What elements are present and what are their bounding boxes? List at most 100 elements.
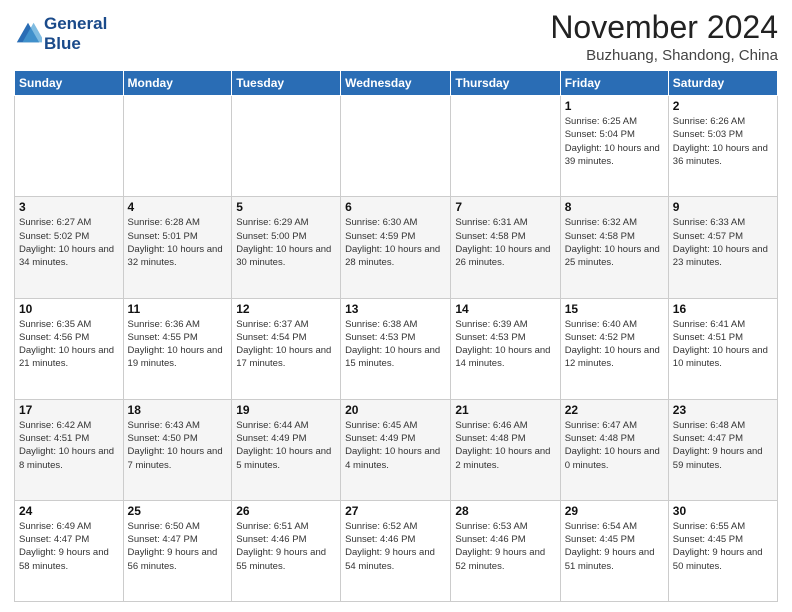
day-info: Sunrise: 6:51 AM Sunset: 4:46 PM Dayligh…: [236, 520, 336, 573]
calendar-cell: 23Sunrise: 6:48 AM Sunset: 4:47 PM Dayli…: [668, 399, 777, 500]
calendar-cell: [451, 96, 560, 197]
day-info: Sunrise: 6:52 AM Sunset: 4:46 PM Dayligh…: [345, 520, 446, 573]
day-number: 3: [19, 200, 119, 214]
day-number: 23: [673, 403, 773, 417]
calendar-week-3: 17 Sunrise: 6:42 AM Sunset: 4:51 PM Dayli…: [15, 399, 778, 500]
day-number: 18: [128, 403, 228, 417]
calendar-cell: 27 Sunrise: 6:52 AM Sunset: 4:46 PM Dayli…: [341, 500, 451, 601]
calendar-cell: 28 Sunrise: 6:53 AM Sunset: 4:46 PM Dayli…: [451, 500, 560, 601]
day-info: Sunrise: 6:47 AM Sunset: 4:48 PM Dayligh…: [565, 419, 664, 472]
day-info: Sunrise: 6:54 AM Sunset: 4:45 PM Dayligh…: [565, 520, 664, 573]
day-info: Sunrise: 6:27 AM Sunset: 5:02 PM Dayligh…: [19, 216, 119, 269]
day-info: Sunrise: 6:37 AM Sunset: 4:54 PM Dayligh…: [236, 318, 336, 371]
calendar-cell: [341, 96, 451, 197]
calendar-cell: 22 Sunrise: 6:47 AM Sunset: 4:48 PM Dayli…: [560, 399, 668, 500]
day-number: 6: [345, 200, 446, 214]
calendar-cell: [232, 96, 341, 197]
day-info: Sunrise: 6:45 AM Sunset: 4:49 PM Dayligh…: [345, 419, 446, 472]
month-title: November 2024: [550, 10, 778, 45]
calendar-cell: 4 Sunrise: 6:28 AM Sunset: 5:01 PM Daylig…: [123, 197, 232, 298]
calendar-week-0: 1 Sunrise: 6:25 AM Sunset: 5:04 PM Daylig…: [15, 96, 778, 197]
calendar-cell: 19Sunrise: 6:44 AM Sunset: 4:49 PM Dayli…: [232, 399, 341, 500]
day-number: 10: [19, 302, 119, 316]
calendar-cell: 21Sunrise: 6:46 AM Sunset: 4:48 PM Dayli…: [451, 399, 560, 500]
calendar-week-1: 3 Sunrise: 6:27 AM Sunset: 5:02 PM Daylig…: [15, 197, 778, 298]
calendar-cell: 1 Sunrise: 6:25 AM Sunset: 5:04 PM Daylig…: [560, 96, 668, 197]
day-info: Sunrise: 6:53 AM Sunset: 4:46 PM Dayligh…: [455, 520, 555, 573]
day-number: 27: [345, 504, 446, 518]
calendar-cell: [123, 96, 232, 197]
day-info: Sunrise: 6:50 AM Sunset: 4:47 PM Dayligh…: [128, 520, 228, 573]
day-number: 11: [128, 302, 228, 316]
day-info: Sunrise: 6:29 AM Sunset: 5:00 PM Dayligh…: [236, 216, 336, 269]
col-wednesday: Wednesday: [341, 71, 451, 96]
calendar: Sunday Monday Tuesday Wednesday Thursday…: [14, 70, 778, 602]
day-number: 16: [673, 302, 773, 316]
calendar-cell: 12 Sunrise: 6:37 AM Sunset: 4:54 PM Dayli…: [232, 298, 341, 399]
calendar-cell: 18 Sunrise: 6:43 AM Sunset: 4:50 PM Dayli…: [123, 399, 232, 500]
day-info: Sunrise: 6:28 AM Sunset: 5:01 PM Dayligh…: [128, 216, 228, 269]
day-info: Sunrise: 6:41 AM Sunset: 4:51 PM Dayligh…: [673, 318, 773, 371]
col-sunday: Sunday: [15, 71, 124, 96]
day-number: 28: [455, 504, 555, 518]
day-number: 8: [565, 200, 664, 214]
logo: General Blue: [14, 14, 107, 53]
calendar-cell: 10 Sunrise: 6:35 AM Sunset: 4:56 PM Dayli…: [15, 298, 124, 399]
logo-icon: [14, 20, 42, 48]
location-title: Buzhuang, Shandong, China: [550, 47, 778, 64]
calendar-cell: 17 Sunrise: 6:42 AM Sunset: 4:51 PM Dayli…: [15, 399, 124, 500]
day-number: 25: [128, 504, 228, 518]
calendar-cell: 2Sunrise: 6:26 AM Sunset: 5:03 PM Daylig…: [668, 96, 777, 197]
day-info: Sunrise: 6:49 AM Sunset: 4:47 PM Dayligh…: [19, 520, 119, 573]
logo-text: General Blue: [44, 14, 107, 53]
day-number: 1: [565, 99, 664, 113]
day-number: 5: [236, 200, 336, 214]
day-number: 24: [19, 504, 119, 518]
day-number: 17: [19, 403, 119, 417]
day-info: Sunrise: 6:40 AM Sunset: 4:52 PM Dayligh…: [565, 318, 664, 371]
calendar-cell: 11 Sunrise: 6:36 AM Sunset: 4:55 PM Dayli…: [123, 298, 232, 399]
day-number: 21: [455, 403, 555, 417]
day-info: Sunrise: 6:43 AM Sunset: 4:50 PM Dayligh…: [128, 419, 228, 472]
day-number: 12: [236, 302, 336, 316]
calendar-cell: 13Sunrise: 6:38 AM Sunset: 4:53 PM Dayli…: [341, 298, 451, 399]
day-number: 14: [455, 302, 555, 316]
day-info: Sunrise: 6:25 AM Sunset: 5:04 PM Dayligh…: [565, 115, 664, 168]
calendar-cell: 20Sunrise: 6:45 AM Sunset: 4:49 PM Dayli…: [341, 399, 451, 500]
day-number: 30: [673, 504, 773, 518]
day-number: 26: [236, 504, 336, 518]
day-info: Sunrise: 6:26 AM Sunset: 5:03 PM Dayligh…: [673, 115, 773, 168]
calendar-cell: 26 Sunrise: 6:51 AM Sunset: 4:46 PM Dayli…: [232, 500, 341, 601]
day-info: Sunrise: 6:42 AM Sunset: 4:51 PM Dayligh…: [19, 419, 119, 472]
day-info: Sunrise: 6:36 AM Sunset: 4:55 PM Dayligh…: [128, 318, 228, 371]
calendar-cell: 6 Sunrise: 6:30 AM Sunset: 4:59 PM Daylig…: [341, 197, 451, 298]
calendar-cell: 15Sunrise: 6:40 AM Sunset: 4:52 PM Dayli…: [560, 298, 668, 399]
day-info: Sunrise: 6:31 AM Sunset: 4:58 PM Dayligh…: [455, 216, 555, 269]
col-tuesday: Tuesday: [232, 71, 341, 96]
day-info: Sunrise: 6:39 AM Sunset: 4:53 PM Dayligh…: [455, 318, 555, 371]
calendar-cell: [15, 96, 124, 197]
calendar-week-2: 10 Sunrise: 6:35 AM Sunset: 4:56 PM Dayli…: [15, 298, 778, 399]
day-number: 22: [565, 403, 664, 417]
day-info: Sunrise: 6:30 AM Sunset: 4:59 PM Dayligh…: [345, 216, 446, 269]
calendar-cell: 16 Sunrise: 6:41 AM Sunset: 4:51 PM Dayli…: [668, 298, 777, 399]
col-monday: Monday: [123, 71, 232, 96]
day-number: 4: [128, 200, 228, 214]
calendar-cell: 29Sunrise: 6:54 AM Sunset: 4:45 PM Dayli…: [560, 500, 668, 601]
day-number: 7: [455, 200, 555, 214]
day-number: 13: [345, 302, 446, 316]
calendar-cell: 25 Sunrise: 6:50 AM Sunset: 4:47 PM Dayli…: [123, 500, 232, 601]
day-info: Sunrise: 6:32 AM Sunset: 4:58 PM Dayligh…: [565, 216, 664, 269]
calendar-cell: 24 Sunrise: 6:49 AM Sunset: 4:47 PM Dayli…: [15, 500, 124, 601]
day-info: Sunrise: 6:33 AM Sunset: 4:57 PM Dayligh…: [673, 216, 773, 269]
title-block: November 2024 Buzhuang, Shandong, China: [550, 10, 778, 64]
col-saturday: Saturday: [668, 71, 777, 96]
calendar-cell: 3 Sunrise: 6:27 AM Sunset: 5:02 PM Daylig…: [15, 197, 124, 298]
calendar-cell: 8 Sunrise: 6:32 AM Sunset: 4:58 PM Daylig…: [560, 197, 668, 298]
header: General Blue November 2024 Buzhuang, Sha…: [14, 10, 778, 64]
page: General Blue November 2024 Buzhuang, Sha…: [0, 0, 792, 612]
day-info: Sunrise: 6:35 AM Sunset: 4:56 PM Dayligh…: [19, 318, 119, 371]
day-info: Sunrise: 6:44 AM Sunset: 4:49 PM Dayligh…: [236, 419, 336, 472]
calendar-cell: 30Sunrise: 6:55 AM Sunset: 4:45 PM Dayli…: [668, 500, 777, 601]
calendar-header-row: Sunday Monday Tuesday Wednesday Thursday…: [15, 71, 778, 96]
